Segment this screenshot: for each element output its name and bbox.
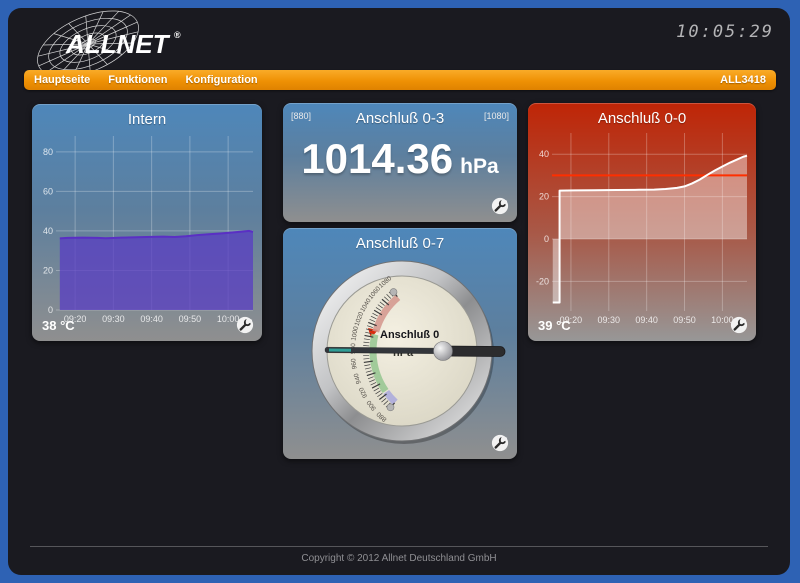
footer-copyright: Copyright © 2012 Allnet Deutschland GmbH [30,546,768,564]
svg-text:09:50: 09:50 [179,314,202,324]
pressure-readout: 1014.36 hPa [283,135,517,183]
pressure-unit: hPa [460,155,499,178]
panel-anschluss-0-3: [880] Anschluß 0-3 [1080] 1014.36hPa [283,103,517,222]
pressure-value: 1014.36 [301,135,453,182]
wrench-icon[interactable] [236,316,254,334]
panel-title: Anschluß 0-0 [528,110,756,127]
gauge-channel-label: Anschluß 0 [380,329,439,341]
svg-text:20: 20 [43,265,53,275]
wrench-icon[interactable] [491,197,509,215]
device-model-label: ALL3418 [720,74,766,86]
panel-intern: Intern 09:2009:3009:4009:5010:0002040608… [32,104,262,341]
anschluss-0-0-temperature-chart: 09:2009:3009:4009:5010:00-2002040 [528,127,756,327]
allnet-logo: ALLNET ® [26,10,206,74]
svg-text:20: 20 [539,192,549,202]
svg-text:0: 0 [48,305,53,315]
svg-text:40: 40 [43,226,53,236]
intern-temperature-chart: 09:2009:3009:4009:5010:00020406080 [32,130,262,326]
panel-anschluss-0-7: Anschluß 0 hPa 8809009209409609801000102… [283,228,517,459]
wrench-icon[interactable] [730,316,748,334]
digital-clock: 10:05:29 [676,22,774,42]
svg-text:80: 80 [43,147,53,157]
registered-mark: ® [174,30,181,40]
svg-text:09:40: 09:40 [140,314,163,324]
svg-text:09:30: 09:30 [102,314,125,324]
scale-max-label: [1080] [484,111,509,121]
svg-text:40: 40 [539,149,549,159]
main-nav: Hauptseite Funktionen Konfiguration ALL3… [24,70,776,90]
panel-title: Anschluß 0-3 [283,110,517,127]
svg-text:60: 60 [43,186,53,196]
svg-text:-20: -20 [536,276,549,286]
svg-text:09:40: 09:40 [635,315,658,325]
wrench-icon[interactable] [491,434,509,452]
brand-name: ALLNET [65,29,171,59]
panel-title: Anschluß 0-7 [283,235,517,252]
svg-text:09:50: 09:50 [673,315,696,325]
nav-item-hauptseite[interactable]: Hauptseite [34,74,90,86]
pressure-gauge: Anschluß 0 hPa 8809009209409609801000102… [283,228,517,459]
main-page: ALLNET ® 10:05:29 Hauptseite Funktionen … [8,8,790,575]
current-temperature: 38 °C [42,318,75,333]
nav-item-funktionen[interactable]: Funktionen [108,74,167,86]
nav-item-konfiguration[interactable]: Konfiguration [186,74,258,86]
svg-text:09:30: 09:30 [598,315,621,325]
panel-anschluss-0-0: Anschluß 0-0 09:2009:3009:4009:5010:00-2… [528,103,756,341]
current-temperature: 39 °C [538,318,571,333]
panel-title: Intern [32,111,262,128]
svg-text:0: 0 [544,234,549,244]
